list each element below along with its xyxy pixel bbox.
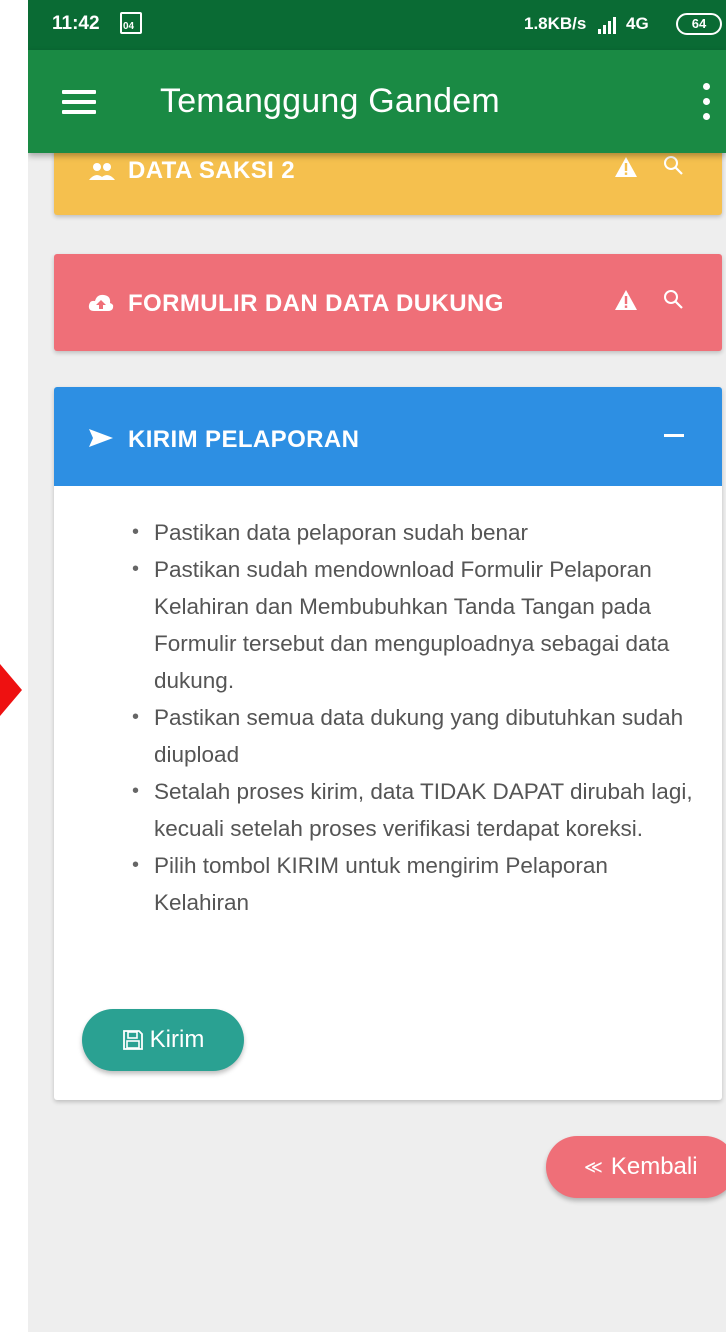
send-icon xyxy=(89,429,113,447)
card-title-kirim: KIRIM PELAPORAN xyxy=(128,426,360,453)
status-bar: 11:42 04 1.8KB/s 4G 64 xyxy=(28,0,726,50)
image-notification-icon: 04 xyxy=(120,12,142,34)
card-title-formulir: FORMULIR DAN DATA DUKUNG xyxy=(128,290,504,317)
menu-icon[interactable] xyxy=(62,90,96,114)
kembali-button[interactable]: ≪ Kembali xyxy=(546,1136,726,1198)
battery-level: 64 xyxy=(691,16,707,31)
card-formulir[interactable]: FORMULIR DAN DATA DUKUNG xyxy=(54,254,722,351)
phone-screen: 11:42 04 1.8KB/s 4G 64 Temanggung Gandem… xyxy=(28,0,726,1332)
kembali-button-label: Kembali xyxy=(610,1153,698,1180)
list-item: Setalah proses kirim, data TIDAK DAPAT d… xyxy=(128,773,700,847)
list-item: Pilih tombol KIRIM untuk mengirim Pelapo… xyxy=(128,847,700,921)
floppy-disk-icon xyxy=(122,1030,143,1050)
status-time: 11:42 xyxy=(52,13,100,34)
collapse-icon[interactable] xyxy=(664,434,684,437)
app-bar: Temanggung Gandem xyxy=(28,50,726,153)
network-speed: 1.8KB/s xyxy=(524,14,587,33)
search-icon[interactable] xyxy=(662,154,684,176)
list-item: Pastikan semua data dukung yang dibutuhk… xyxy=(128,699,700,773)
pointer-marker-icon xyxy=(0,664,22,716)
cloud-upload-icon xyxy=(88,294,114,311)
warning-icon xyxy=(615,290,637,310)
rewind-icon: ≪ xyxy=(584,1156,603,1177)
warning-icon xyxy=(615,157,637,177)
instruction-list: Pastikan data pelaporan sudah benar Past… xyxy=(128,514,700,921)
card-title-saksi: DATA SAKSI 2 xyxy=(128,157,296,184)
kirim-button-label: Kirim xyxy=(149,1026,205,1053)
list-item: Pastikan sudah mendownload Formulir Pela… xyxy=(128,551,700,699)
users-icon xyxy=(89,163,115,180)
signal-icon xyxy=(596,14,626,34)
card-kirim-pelaporan: KIRIM PELAPORAN Pastikan data pelaporan … xyxy=(54,387,722,1100)
card-header-kirim[interactable]: KIRIM PELAPORAN xyxy=(54,387,722,486)
app-title: Temanggung Gandem xyxy=(160,82,500,120)
search-icon[interactable] xyxy=(662,288,684,310)
overflow-menu-icon[interactable] xyxy=(700,83,712,123)
list-item: Pastikan data pelaporan sudah benar xyxy=(128,514,700,551)
kirim-button[interactable]: Kirim xyxy=(82,1009,244,1071)
battery-icon: 64 xyxy=(676,13,722,35)
network-type: 4G xyxy=(626,14,649,33)
image-badge-text: 04 xyxy=(123,21,135,32)
